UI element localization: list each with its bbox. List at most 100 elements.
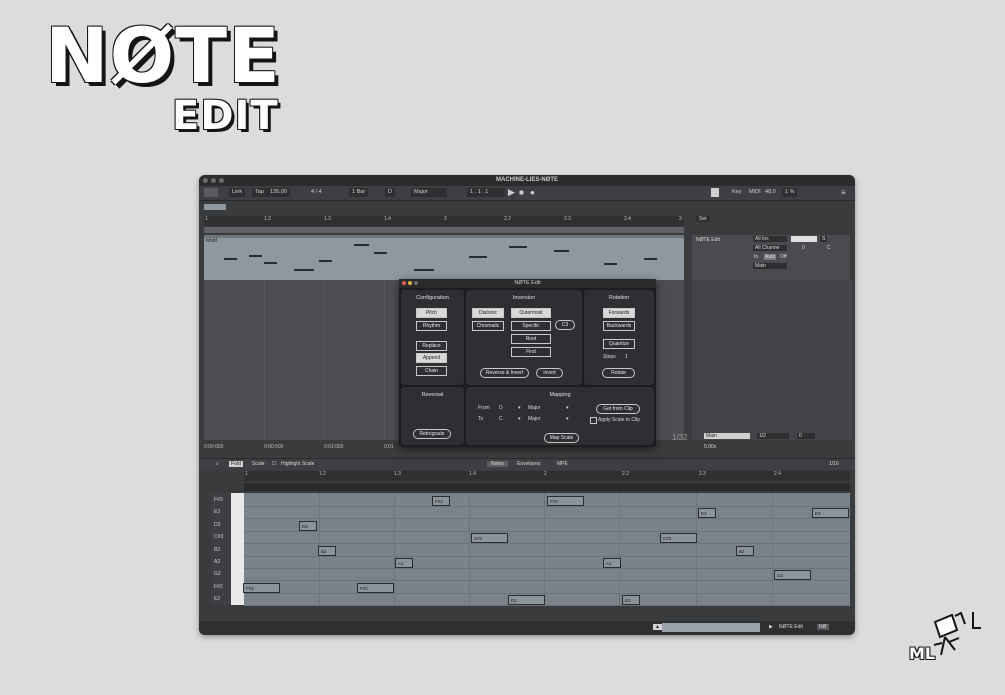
- dialog-close-button[interactable]: [402, 281, 406, 285]
- midi-note[interactable]: E2: [508, 595, 545, 606]
- quantize-toggle[interactable]: Quantize: [603, 339, 635, 349]
- main-output[interactable]: Main: [704, 433, 750, 439]
- outermost-toggle[interactable]: Outermost: [511, 308, 551, 318]
- rhythm-toggle[interactable]: Rhythm: [416, 321, 447, 331]
- search-icon[interactable]: ⌕: [216, 461, 219, 467]
- diatonic-toggle[interactable]: Diatonic: [472, 308, 504, 318]
- triangle-icon[interactable]: ▲: [653, 624, 662, 630]
- specific-note-field[interactable]: C3: [555, 320, 575, 330]
- footer-device-short[interactable]: NØ: [817, 624, 829, 630]
- channel-select[interactable]: All Channe: [753, 245, 787, 251]
- replace-toggle[interactable]: Replace: [416, 341, 447, 351]
- loop-bar[interactable]: [244, 483, 850, 491]
- map-scale-button[interactable]: Map Scale: [544, 433, 579, 443]
- dialog-minimize-button[interactable]: [408, 281, 412, 285]
- time-signature[interactable]: 4 / 4: [311, 188, 322, 197]
- chromatic-toggle[interactable]: Chromatic: [472, 321, 504, 331]
- midi-note[interactable]: A2: [395, 558, 413, 568]
- append-toggle[interactable]: Append: [416, 353, 447, 363]
- apply-scale-checkbox[interactable]: [590, 417, 597, 424]
- steps-value[interactable]: 1: [625, 354, 628, 360]
- to-scale-select[interactable]: Major: [528, 416, 568, 422]
- root-toggle[interactable]: Root: [511, 334, 551, 344]
- pan-value[interactable]: C: [827, 245, 831, 251]
- track-volume[interactable]: 0: [797, 433, 815, 439]
- draw-mode-icon[interactable]: [711, 188, 719, 197]
- midi-note[interactable]: E3: [812, 508, 849, 519]
- tab-notes[interactable]: Notes: [487, 461, 509, 467]
- monitor-off[interactable]: Off: [780, 254, 787, 260]
- grid-select[interactable]: 1/2: [757, 433, 789, 439]
- highlight-scale-checkbox[interactable]: ☐: [272, 461, 276, 467]
- backwards-toggle[interactable]: Backwards: [603, 321, 635, 331]
- stop-icon[interactable]: ■: [519, 188, 524, 197]
- quantize-select[interactable]: 1 Bar: [349, 188, 369, 197]
- input-select[interactable]: All Ins: [753, 236, 787, 242]
- midi-note[interactable]: F#3: [547, 496, 584, 506]
- to-label: To: [478, 416, 484, 422]
- arrangement-ruler[interactable]: 1 1.2 1.3 1.4 2 2.2 2.3 2.4 3: [204, 216, 684, 226]
- fold-button[interactable]: Fold: [229, 461, 243, 467]
- midi-note[interactable]: G2: [774, 570, 811, 581]
- rotate-button[interactable]: Rotate: [602, 368, 635, 378]
- key-map-button[interactable]: Key: [732, 188, 741, 197]
- specific-toggle[interactable]: Specific: [511, 321, 551, 331]
- tap-button[interactable]: Tap: [252, 188, 267, 197]
- from-scale-select[interactable]: Major: [528, 405, 568, 411]
- scale-button[interactable]: Scale: [252, 461, 265, 467]
- dialog-zoom-button[interactable]: [414, 281, 418, 285]
- menu-icon[interactable]: ≡: [841, 188, 846, 197]
- midi-note[interactable]: F#2: [357, 582, 394, 593]
- reverse-invert-button[interactable]: Reverse & Invert: [480, 368, 529, 378]
- midi-note[interactable]: C#3: [660, 533, 697, 544]
- midi-note[interactable]: E2: [622, 595, 640, 606]
- tab-mpe[interactable]: MPE: [557, 461, 568, 467]
- output-select[interactable]: Main: [753, 263, 787, 269]
- tempo-field[interactable]: 135.00: [267, 188, 290, 197]
- grid-value[interactable]: 1/16: [829, 461, 839, 467]
- midi-note[interactable]: D3: [299, 520, 317, 531]
- play-icon[interactable]: ▶: [769, 624, 773, 630]
- key-root-select[interactable]: D: [385, 188, 395, 197]
- forwards-toggle[interactable]: Forwards: [603, 308, 635, 318]
- pitch-toggle[interactable]: Pitch: [416, 308, 447, 318]
- midi-note[interactable]: B2: [318, 545, 336, 556]
- midi-note[interactable]: C#3: [471, 533, 508, 544]
- track-volume-bar[interactable]: [791, 236, 817, 242]
- overview-handle[interactable]: [204, 204, 226, 210]
- to-root-select[interactable]: C: [499, 416, 519, 422]
- from-root-select[interactable]: D: [499, 405, 519, 411]
- chain-toggle[interactable]: Chain: [416, 366, 447, 376]
- tab-envelopes[interactable]: Envelopes: [517, 461, 540, 467]
- monitor-auto[interactable]: Auto: [764, 254, 777, 260]
- midi-note[interactable]: F#3: [432, 496, 450, 506]
- position-field[interactable]: 1 . 1 . 1: [467, 188, 505, 197]
- get-from-clip-button[interactable]: Get from Clip: [596, 404, 640, 414]
- monitor-in[interactable]: In: [754, 254, 758, 260]
- midi-note[interactable]: B2: [736, 545, 754, 556]
- retrograde-button[interactable]: Retrograde: [413, 429, 451, 439]
- track-device-name[interactable]: NØTE Edit: [696, 237, 720, 243]
- midi-note[interactable]: E3: [698, 508, 716, 519]
- record-icon[interactable]: ●: [530, 188, 535, 197]
- zoom-button[interactable]: [219, 178, 224, 183]
- first-toggle[interactable]: First: [511, 347, 551, 357]
- midi-clip[interactable]: Motif: [204, 238, 684, 280]
- play-icon[interactable]: ▶: [508, 188, 515, 197]
- set-button[interactable]: Set: [696, 216, 710, 222]
- midi-note[interactable]: A2: [603, 558, 621, 568]
- scale-select[interactable]: Major: [411, 188, 447, 197]
- volume-value[interactable]: 0: [802, 245, 805, 251]
- midi-map-button[interactable]: MIDI: [749, 188, 761, 197]
- footer-device-name[interactable]: NØTE Edit: [779, 624, 803, 630]
- loop-brace[interactable]: [204, 227, 684, 233]
- invert-button[interactable]: Invert: [536, 368, 563, 378]
- overview-strip[interactable]: [662, 623, 760, 632]
- grid-icon[interactable]: [204, 188, 218, 197]
- midi-note[interactable]: F#2: [243, 582, 280, 593]
- minimize-button[interactable]: [211, 178, 216, 183]
- solo-button[interactable]: S: [820, 236, 828, 242]
- close-button[interactable]: [203, 178, 208, 183]
- clip-ruler[interactable]: 1 1.2 1.3 1.4 2 2.2 2.3 2.4: [244, 471, 850, 481]
- link-button[interactable]: Link: [229, 188, 246, 197]
